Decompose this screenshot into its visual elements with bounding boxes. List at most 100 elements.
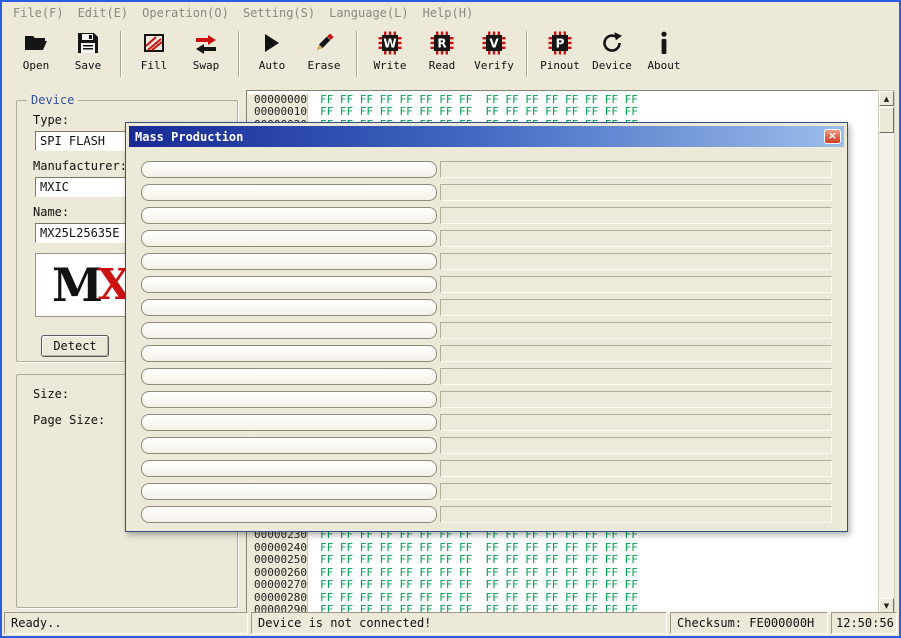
hex-bytes[interactable]: FF FF FF FF FF FF FF FF FF FF FF FF FF F… [308,106,638,118]
app-window: File(F)Edit(E)Operation(O)Setting(S)Lang… [0,0,901,638]
progress-status-panel [440,437,832,454]
toolbar: OpenSaveFillSwapAutoEraseWWriteRReadVVer… [2,24,899,86]
progress-bar [141,460,437,477]
toolbar-read-button[interactable]: RRead [419,28,465,72]
toolbar-pinout-button[interactable]: PPinout [537,28,583,72]
mass-production-row [141,184,832,201]
progress-status-panel [440,506,832,523]
progress-status-panel [440,299,832,316]
manufacturer-label: Manufacturer: [33,159,127,173]
open-folder-icon [24,28,48,58]
scroll-up-button[interactable]: ▲ [879,91,894,106]
progress-status-panel [440,414,832,431]
scroll-down-button[interactable]: ▼ [879,598,894,613]
menu-item-file[interactable]: File(F) [6,2,71,24]
progress-status-panel [440,368,832,385]
status-ready: Ready.. [4,612,248,634]
toolbar-button-label: Fill [141,59,168,72]
dialog-title: Mass Production [135,130,243,144]
mass-production-row [141,345,832,362]
progress-status-panel [440,322,832,339]
toolbar-button-label: About [647,59,680,72]
progress-status-panel [440,276,832,293]
auto-play-icon [263,28,281,58]
mass-production-row [141,506,832,523]
toolbar-erase-button[interactable]: Erase [301,28,347,72]
toolbar-verify-button[interactable]: VVerify [471,28,517,72]
verify-chip-icon: V [481,28,507,58]
hex-row: 00000270FF FF FF FF FF FF FF FF FF FF FF… [247,579,877,591]
toolbar-button-label: Auto [259,59,286,72]
menu-item-edit[interactable]: Edit(E) [71,2,136,24]
progress-bar [141,483,437,500]
scroll-thumb[interactable] [879,107,894,133]
toolbar-button-label: Device [592,59,632,72]
toolbar-button-label: Pinout [540,59,580,72]
about-info-icon [659,28,669,58]
hex-address: 00000010 [247,106,308,118]
toolbar-write-button[interactable]: WWrite [367,28,413,72]
toolbar-auto-button[interactable]: Auto [249,28,295,72]
status-device-connection: Device is not connected! [251,612,667,634]
close-icon: × [828,129,837,142]
toolbar-save-button[interactable]: Save [65,28,111,72]
progress-bar [141,299,437,316]
progress-bar [141,414,437,431]
toolbar-separator [238,31,240,77]
status-checksum: Checksum: FE000000H [670,612,828,634]
vertical-scrollbar[interactable]: ▲ ▼ [878,90,895,614]
mass-production-row [141,368,832,385]
progress-status-panel [440,391,832,408]
menu-bar: File(F)Edit(E)Operation(O)Setting(S)Lang… [2,2,899,24]
mass-production-row [141,276,832,293]
hex-bytes[interactable]: FF FF FF FF FF FF FF FF FF FF FF FF FF F… [308,579,638,591]
toolbar-separator [356,31,358,77]
hex-bytes[interactable]: FF FF FF FF FF FF FF FF FF FF FF FF FF F… [308,554,638,566]
progress-bar [141,253,437,270]
logo-letter-m: M [52,262,103,308]
toolbar-separator [120,31,122,77]
progress-bar [141,437,437,454]
up-arrow-icon: ▲ [884,95,889,103]
mass-production-row [141,253,832,270]
mass-production-dialog: Mass Production × [125,122,848,532]
swap-arrows-icon [194,28,218,58]
progress-bar [141,207,437,224]
progress-bar [141,276,437,293]
toolbar-button-label: Save [75,59,102,72]
toolbar-about-button[interactable]: About [641,28,687,72]
menu-item-setting[interactable]: Setting(S) [236,2,322,24]
toolbar-separator [526,31,528,77]
status-bar: Ready.. Device is not connected! Checksu… [4,612,897,634]
toolbar-button-label: Erase [307,59,340,72]
toolbar-open-button[interactable]: Open [13,28,59,72]
progress-bar [141,368,437,385]
fill-icon [143,28,165,58]
toolbar-swap-button[interactable]: Swap [183,28,229,72]
menu-item-operation[interactable]: Operation(O) [135,2,236,24]
toolbar-button-label: Verify [474,59,514,72]
mass-production-row [141,414,832,431]
progress-status-panel [440,345,832,362]
progress-status-panel [440,230,832,247]
toolbar-button-label: Read [429,59,456,72]
menu-item-language[interactable]: Language(L) [322,2,415,24]
detect-button[interactable]: Detect [41,335,109,357]
progress-status-panel [440,483,832,500]
dialog-close-button[interactable]: × [824,129,841,144]
progress-bar [141,322,437,339]
hex-row: 00000250FF FF FF FF FF FF FF FF FF FF FF… [247,554,877,566]
toolbar-fill-button[interactable]: Fill [131,28,177,72]
svg-text:W: W [383,37,396,51]
progress-status-panel [440,460,832,477]
toolbar-device-button[interactable]: Device [589,28,635,72]
progress-bar [141,161,437,178]
progress-bar [141,391,437,408]
dialog-titlebar[interactable]: Mass Production × [129,126,844,147]
progress-bar [141,345,437,362]
progress-status-panel [440,161,832,178]
mass-production-row [141,391,832,408]
pinout-chip-icon: P [547,28,573,58]
menu-item-help[interactable]: Help(H) [416,2,481,24]
mass-production-row [141,207,832,224]
